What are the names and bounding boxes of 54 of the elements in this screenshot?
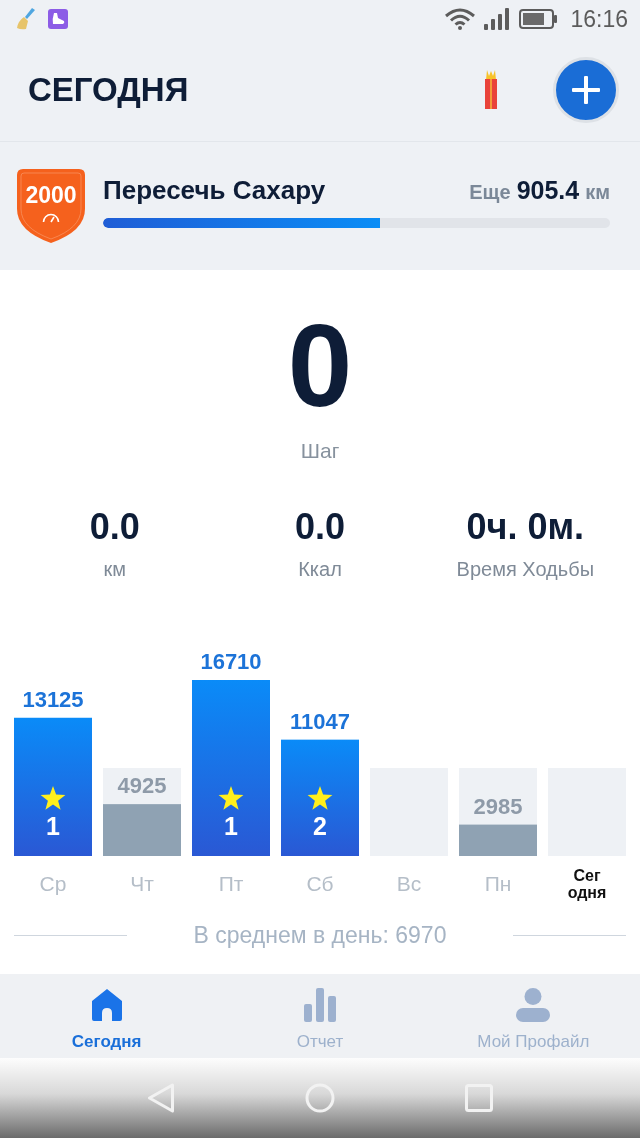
plus-icon: [572, 75, 600, 104]
signal-icon: [484, 8, 511, 30]
star-icon: [307, 786, 333, 810]
daily-average: В среднем в день: 6970: [192, 922, 448, 948]
circle-icon: [305, 1083, 335, 1113]
star-icon: [218, 786, 244, 810]
broom-icon: [16, 8, 36, 30]
day-label: Пн: [484, 872, 512, 896]
person-icon: [516, 988, 551, 1022]
bar-chart-icon: [304, 988, 336, 1022]
remaining-prefix: Еще: [469, 181, 511, 204]
nav-tab[interactable]: Сегодня: [0, 974, 214, 1058]
stat-value: 0ч. 0м.: [466, 505, 585, 549]
day-label: Сб: [306, 872, 334, 896]
wifi-icon: [445, 8, 476, 30]
distance-unit: км: [585, 181, 610, 204]
stat-label: Ккал: [298, 557, 342, 581]
day-label: Вс: [396, 872, 422, 896]
battery-icon: [519, 9, 558, 29]
star-count: 1: [224, 812, 238, 840]
day-label: Чт: [130, 872, 154, 896]
candles-icon: [484, 69, 498, 110]
nav-tab[interactable]: Мой Профайл: [426, 974, 640, 1058]
status-time: 16:16: [570, 5, 628, 33]
home-button[interactable]: [305, 1083, 335, 1113]
back-icon: [147, 1083, 175, 1113]
gauge-icon: [42, 213, 60, 223]
star-count: 1: [46, 812, 60, 840]
shoe-icon: [48, 9, 68, 29]
stat-label: км: [103, 557, 126, 581]
challenge-title: Пересечь Сахару: [103, 174, 326, 206]
day-label: Сегодня: [566, 867, 608, 901]
square-icon: [465, 1084, 493, 1112]
stat-label: Время Ходьбы: [456, 557, 595, 581]
nav-tab[interactable]: Отчет: [213, 974, 427, 1058]
bar-value-label: 13125: [22, 686, 84, 712]
star-count: 2: [313, 812, 327, 840]
home-icon: [90, 988, 123, 1022]
recents-button[interactable]: [465, 1084, 493, 1112]
bar-value-label: 16710: [200, 649, 262, 674]
day-label: Ср: [39, 872, 67, 896]
star-icon: [40, 786, 66, 810]
stat-value: 0.0: [89, 505, 140, 549]
stat-value: 0.0: [294, 505, 345, 549]
step-label: Шаг: [300, 439, 340, 463]
bar-value-label: 2985: [473, 793, 523, 819]
back-button[interactable]: [147, 1083, 175, 1113]
step-count: 0: [287, 308, 353, 424]
badge-number: 2000: [25, 183, 77, 207]
remaining-distance: 905.4: [516, 176, 580, 205]
bar-value-label: 4925: [117, 773, 167, 799]
page-title: СЕГОДНЯ: [28, 70, 189, 109]
bar-value-label: 11047: [290, 708, 350, 734]
day-label: Пт: [218, 872, 244, 896]
